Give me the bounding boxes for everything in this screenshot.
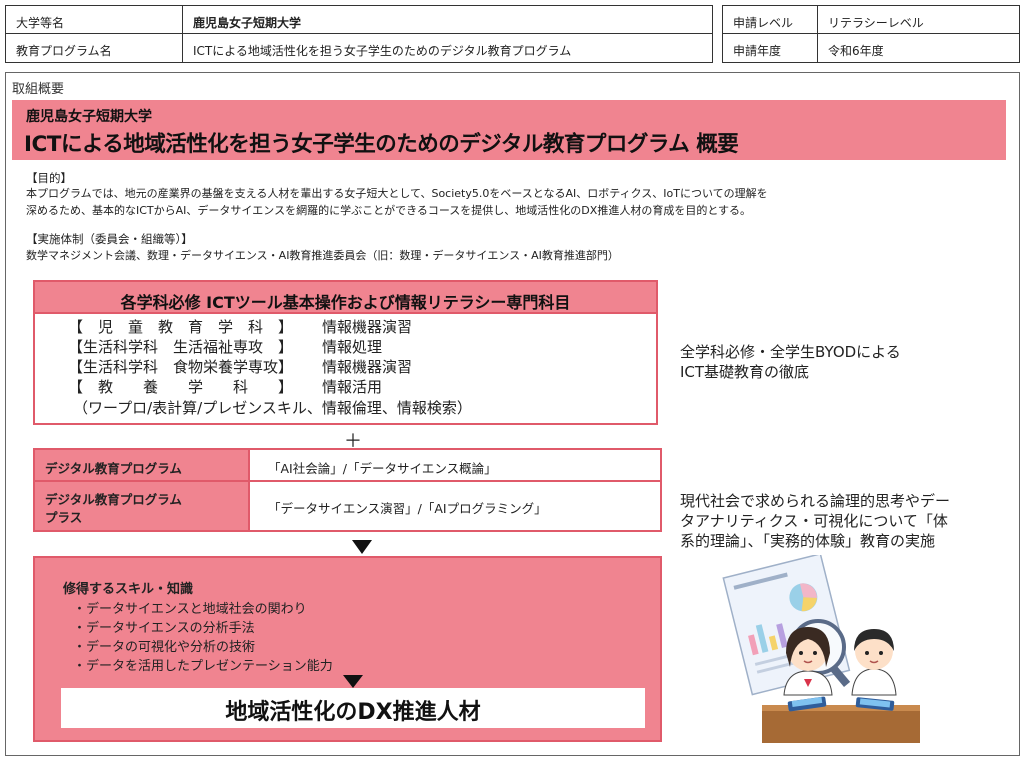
system-text: 数学マネジメント会議、数理・データサイエンス・AI教育推進委員会（旧：数理・デー… bbox=[26, 249, 619, 262]
arrow-down-icon bbox=[352, 540, 372, 554]
required-title: 各学科必修 ICTツール基本操作および情報リテラシー専門科目 bbox=[120, 293, 571, 312]
digital-row2-label-cell: デジタル教育プログラム プラス bbox=[35, 482, 250, 530]
banner-org: 鹿児島女子短期大学 bbox=[26, 109, 152, 125]
digital-row1-label-cell: デジタル教育プログラム bbox=[35, 450, 250, 482]
section-label: 取組概要 bbox=[12, 82, 65, 97]
digital-row2-value: 「データサイエンス演習」/「AIプログラミング」 bbox=[268, 501, 547, 516]
goal-box: 地域活性化のDX推進人材 bbox=[61, 688, 645, 728]
level-label: 申請レベル bbox=[723, 6, 818, 34]
digital-row1-value-cell: 「AI社会論」/「データサイエンス概論」 bbox=[250, 450, 660, 482]
program-label: 教育プログラム名 bbox=[6, 34, 183, 62]
banner-title: ICTによる地域活性化を担う女子学生のためのデジタル教育プログラム 概要 bbox=[24, 132, 739, 157]
required-dept-3: 【生活科学科 食物栄養学専攻】 bbox=[68, 358, 294, 376]
purpose-heading: 【目的】 bbox=[26, 171, 72, 185]
digital-row1-value: 「AI社会論」/「データサイエンス概論」 bbox=[268, 461, 497, 476]
student-boy-icon bbox=[851, 629, 897, 711]
digital-row2-label-2: プラス bbox=[45, 510, 83, 525]
arrow-down-icon bbox=[343, 675, 363, 688]
skills-item: ・データの可視化や分析の技術 bbox=[73, 640, 256, 655]
required-dept-2: 【生活科学科 生活福祉専攻 】 bbox=[68, 338, 294, 356]
purpose-text-2: 深めるため、基本的なICTからAI、データサイエンスを網羅的に学ぶことができるコ… bbox=[26, 204, 751, 217]
students-illustration bbox=[722, 555, 920, 743]
digital-row2-label-1: デジタル教育プログラム bbox=[45, 492, 182, 507]
required-list-box: 【 児 童 教 育 学 科 】 情報機器演習 【生活科学科 生活福祉専攻 】 情… bbox=[33, 312, 658, 425]
purpose-text-1: 本プログラムでは、地元の産業界の基盤を支える人材を輩出する女子短大として、Soc… bbox=[26, 187, 768, 200]
goal-text: 地域活性化のDX推進人材 bbox=[225, 700, 481, 725]
info-table-left: 大学等名 鹿児島女子短期大学 教育プログラム名 ICTによる地域活性化を担う女子… bbox=[5, 5, 713, 63]
year-value: 令和6年度 bbox=[828, 44, 884, 58]
skills-item: ・データサイエンスと地域社会の関わり bbox=[73, 602, 307, 617]
required-side-note-1: 全学科必修・全学生BYODによる bbox=[680, 343, 901, 361]
required-course-1: 情報機器演習 bbox=[322, 318, 413, 336]
required-note: （ワープロ/表計算/プレゼンスキル、情報倫理、情報検索） bbox=[73, 399, 472, 417]
skills-item: ・データサイエンスの分析手法 bbox=[73, 621, 255, 636]
required-side-note-2: ICT基礎教育の徹底 bbox=[680, 363, 810, 381]
program-value: ICTによる地域活性化を担う女子学生のためのデジタル教育プログラム bbox=[193, 44, 572, 58]
skills-title: 修得するスキル・知識 bbox=[63, 582, 194, 597]
level-value: リテラシーレベル bbox=[818, 6, 1020, 34]
digital-row2-value-cell: 「データサイエンス演習」/「AIプログラミング」 bbox=[250, 482, 660, 530]
year-label: 申請年度 bbox=[723, 34, 818, 62]
required-dept-1: 【 児 童 教 育 学 科 】 bbox=[68, 318, 294, 336]
info-table-right: 申請レベル リテラシーレベル 申請年度 令和6年度 bbox=[722, 5, 1020, 63]
required-course-2: 情報処理 bbox=[322, 338, 383, 356]
required-course-4: 情報活用 bbox=[322, 378, 383, 396]
title-banner: 鹿児島女子短期大学 ICTによる地域活性化を担う女子学生のためのデジタル教育プロ… bbox=[12, 100, 1006, 160]
required-title-box: 各学科必修 ICTツール基本操作および情報リテラシー専門科目 bbox=[33, 280, 658, 314]
digital-side-note-3: 系的理論」、「実務的体験」教育の実施 bbox=[680, 532, 936, 550]
system-heading: 【実施体制（委員会・組織等）】 bbox=[26, 232, 193, 246]
skills-item: ・データを活用したプレゼンテーション能力 bbox=[73, 659, 333, 674]
required-course-3: 情報機器演習 bbox=[322, 358, 413, 376]
digital-row1-label: デジタル教育プログラム bbox=[45, 461, 182, 476]
skills-box: 修得するスキル・知識 ・データサイエンスと地域社会の関わり ・データサイエンスの… bbox=[33, 556, 662, 742]
digital-side-note-2: タアナリティクス・可視化について「体 bbox=[680, 512, 948, 530]
university-label: 大学等名 bbox=[6, 6, 183, 34]
digital-table: デジタル教育プログラム 「AI社会論」/「データサイエンス概論」 デジタル教育プ… bbox=[33, 448, 662, 532]
required-dept-4: 【 教 養 学 科 】 bbox=[68, 378, 294, 396]
university-value: 鹿児島女子短期大学 bbox=[183, 6, 713, 34]
digital-side-note-1: 現代社会で求められる論理的思考やデー bbox=[680, 492, 951, 510]
